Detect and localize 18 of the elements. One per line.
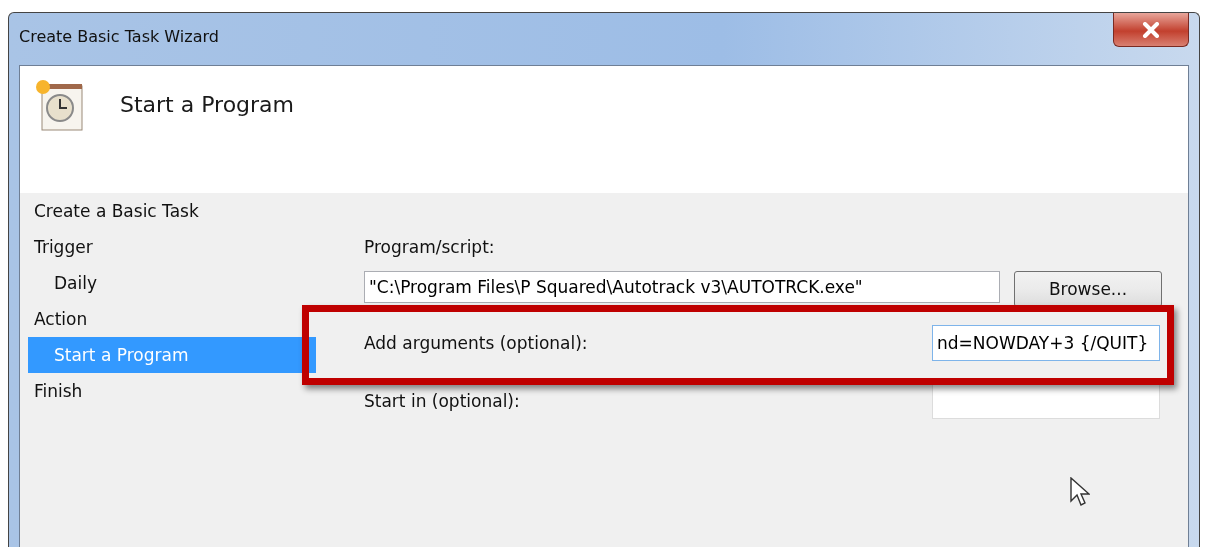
sidebar-item[interactable]: Daily	[28, 265, 97, 301]
program-field[interactable]: "C:\Program Files\P Squared\Autotrack v3\AUTOTRCK.exe"	[364, 271, 1000, 303]
field-label: Start in (optional):	[364, 391, 520, 411]
start-in-field[interactable]	[932, 383, 1160, 419]
task-clock-icon	[34, 78, 86, 134]
close-icon	[1142, 21, 1160, 38]
sidebar-item[interactable]: Trigger	[28, 229, 93, 265]
window-title: Create Basic Task Wizard	[19, 26, 219, 46]
page-title: Start a Program	[120, 92, 295, 117]
sidebar-item[interactable]: Create a Basic Task	[28, 193, 199, 229]
browse-button[interactable]: Browse...	[1014, 271, 1162, 307]
field-label: Add arguments (optional):	[364, 333, 588, 353]
close-button[interactable]	[1113, 13, 1189, 47]
sidebar-item[interactable]: Finish	[28, 373, 83, 409]
cursor-icon	[1070, 477, 1090, 507]
field-label: Program/script:	[364, 237, 496, 257]
arguments-field[interactable]: nd=NOWDAY+3 {/QUIT}	[932, 325, 1160, 361]
sidebar-item[interactable]: Action	[28, 301, 88, 337]
